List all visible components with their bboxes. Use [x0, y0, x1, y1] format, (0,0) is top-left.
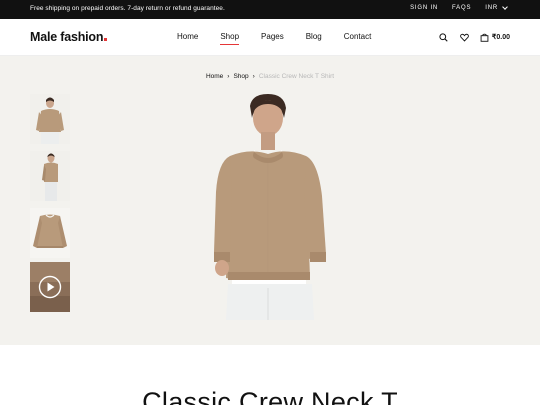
sweater-flat-image	[30, 208, 70, 258]
chevron-down-icon	[502, 3, 508, 10]
breadcrumb: Home › Shop › Classic Crew Neck T Shirt	[0, 73, 540, 80]
announcement-bar: Free shipping on prepaid orders. 7-day r…	[0, 0, 540, 19]
nav-contact[interactable]: Contact	[344, 32, 372, 41]
search-icon[interactable]	[438, 31, 450, 43]
cart-total: ₹0.00	[491, 34, 510, 41]
model-side-image	[30, 151, 70, 201]
currency-selector[interactable]: INR	[485, 3, 508, 11]
breadcrumb-current: Classic Crew Neck T Shirt	[258, 73, 335, 80]
breadcrumb-chevron-icon: ›	[252, 73, 255, 80]
breadcrumb-chevron-icon: ›	[227, 73, 230, 80]
breadcrumb-home[interactable]: Home	[206, 73, 223, 80]
logo-text: Male fashion	[30, 30, 104, 44]
logo[interactable]: Male fashion	[30, 30, 108, 44]
heart-icon[interactable]	[459, 31, 471, 43]
thumbnail-side-view[interactable]	[30, 151, 70, 201]
thumbnail-flat-lay[interactable]	[30, 208, 70, 258]
breadcrumb-shop[interactable]: Shop	[233, 73, 248, 80]
cart-button[interactable]: ₹0.00	[480, 33, 510, 42]
site-header: Male fashion Home Shop Pages Blog Contac…	[0, 19, 540, 56]
product-main-image	[214, 94, 326, 320]
model-front-image	[30, 94, 70, 144]
thumbnail-video[interactable]	[30, 262, 70, 312]
play-icon[interactable]	[38, 275, 62, 299]
thumbnail-front-view[interactable]	[30, 94, 70, 144]
faqs-link[interactable]: FAQS	[452, 5, 471, 11]
topbar-links: SIGN IN FAQS INR	[410, 3, 508, 11]
sign-in-link[interactable]: SIGN IN	[410, 5, 438, 11]
product-title: Classic Crew Neck T	[142, 387, 398, 405]
nav-shop[interactable]: Shop	[220, 32, 239, 45]
nav-pages[interactable]: Pages	[261, 32, 284, 41]
nav-home[interactable]: Home	[177, 32, 198, 41]
shopping-bag-icon	[480, 33, 489, 42]
nav-blog[interactable]: Blog	[306, 32, 322, 41]
currency-label: INR	[485, 5, 498, 11]
product-details: Classic Crew Neck T	[0, 345, 540, 405]
header-actions: ₹0.00	[438, 31, 510, 43]
shipping-message: Free shipping on prepaid orders. 7-day r…	[30, 5, 225, 12]
main-nav: Home Shop Pages Blog Contact	[177, 32, 393, 45]
logo-dot	[104, 38, 108, 41]
